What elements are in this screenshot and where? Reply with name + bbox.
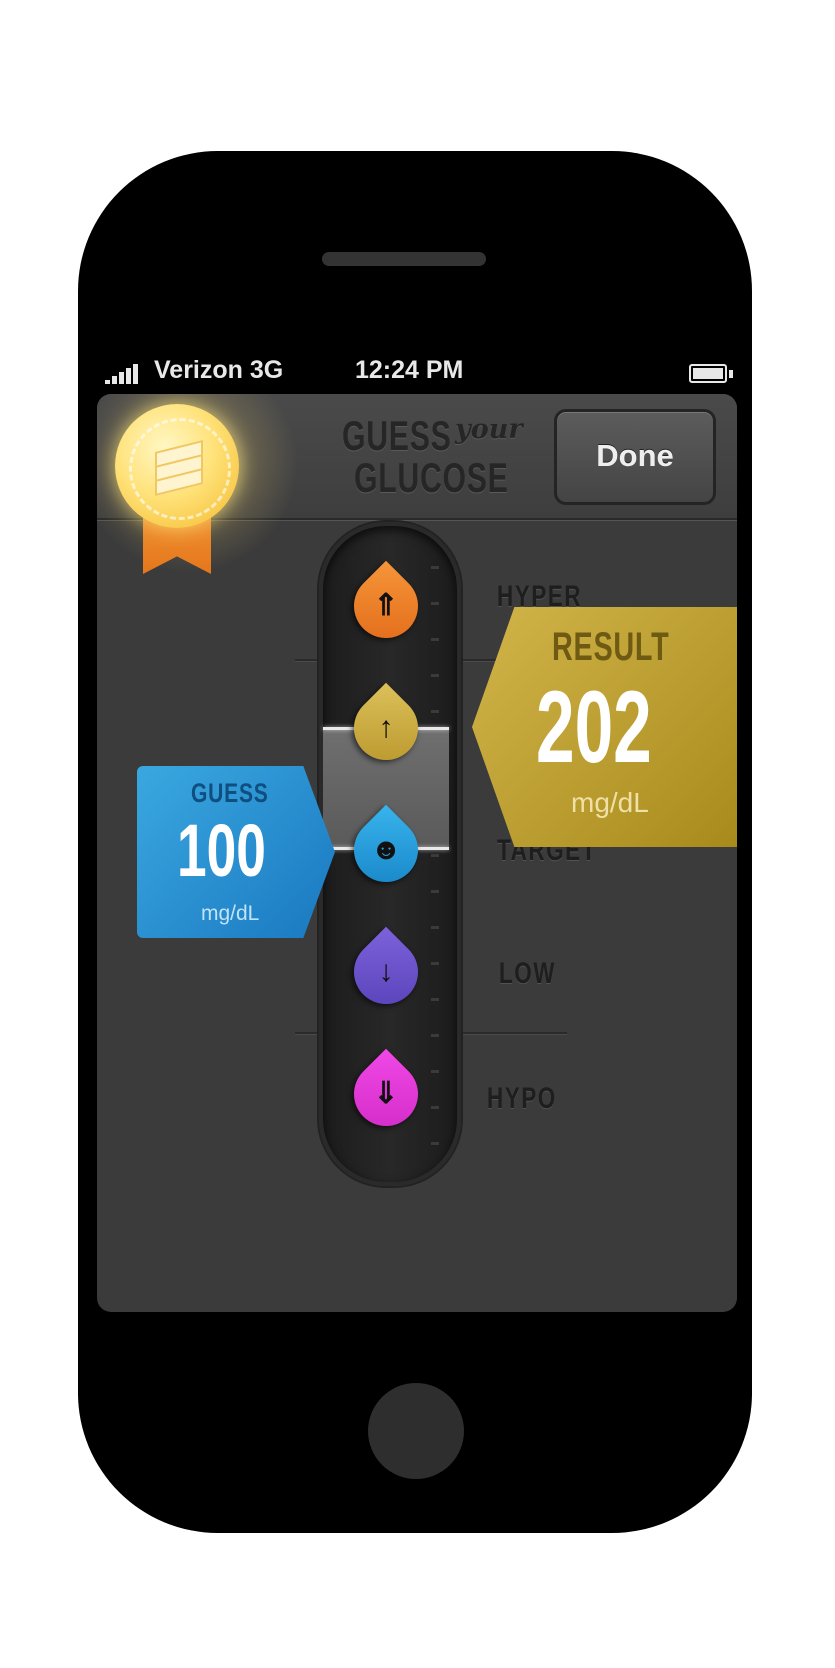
zone-label-hypo: HYPO xyxy=(487,1082,557,1115)
track-ticks xyxy=(429,566,439,1146)
home-button[interactable] xyxy=(368,1383,464,1479)
signal-strength-icon xyxy=(105,364,145,384)
arrow-down-icon: ↓ xyxy=(378,955,394,988)
done-button[interactable]: Done xyxy=(554,409,716,505)
guess-value: 100 xyxy=(177,809,266,892)
title-glucose: GLUCOSE xyxy=(354,454,509,501)
title-your: your xyxy=(455,414,523,445)
award-badge-icon[interactable] xyxy=(115,404,239,528)
guess-label: GUESS xyxy=(191,778,269,808)
zone-label-low: LOW xyxy=(499,957,556,990)
result-unit: mg/dL xyxy=(571,787,649,818)
double-arrow-up-icon: ⇑ xyxy=(373,589,399,622)
guess-unit: mg/dL xyxy=(201,902,260,925)
smiley-face-icon: ☻ xyxy=(370,833,402,866)
result-value: 202 xyxy=(536,670,652,784)
battery-tip xyxy=(729,370,733,378)
result-card: RESULT 202 mg/dL xyxy=(472,607,737,847)
app-screen: GUESS your GLUCOSE Done ⇑ ↑ ☻ ↓ ⇓ HYPER … xyxy=(97,394,737,1312)
status-bar: Verizon 3G 12:24 PM xyxy=(97,354,737,390)
guess-card[interactable]: GUESS 100 mg/dL xyxy=(137,766,335,938)
arrow-up-icon: ↑ xyxy=(378,711,394,744)
carrier-name: Verizon 3G xyxy=(154,356,284,384)
title-guess: GUESS xyxy=(342,412,452,459)
status-time: 12:24 PM xyxy=(355,356,464,384)
double-arrow-down-icon: ⇓ xyxy=(373,1077,399,1110)
battery-icon xyxy=(689,364,727,383)
speaker-grille xyxy=(322,252,486,266)
layers-icon xyxy=(153,440,203,496)
result-label: RESULT xyxy=(552,625,670,669)
